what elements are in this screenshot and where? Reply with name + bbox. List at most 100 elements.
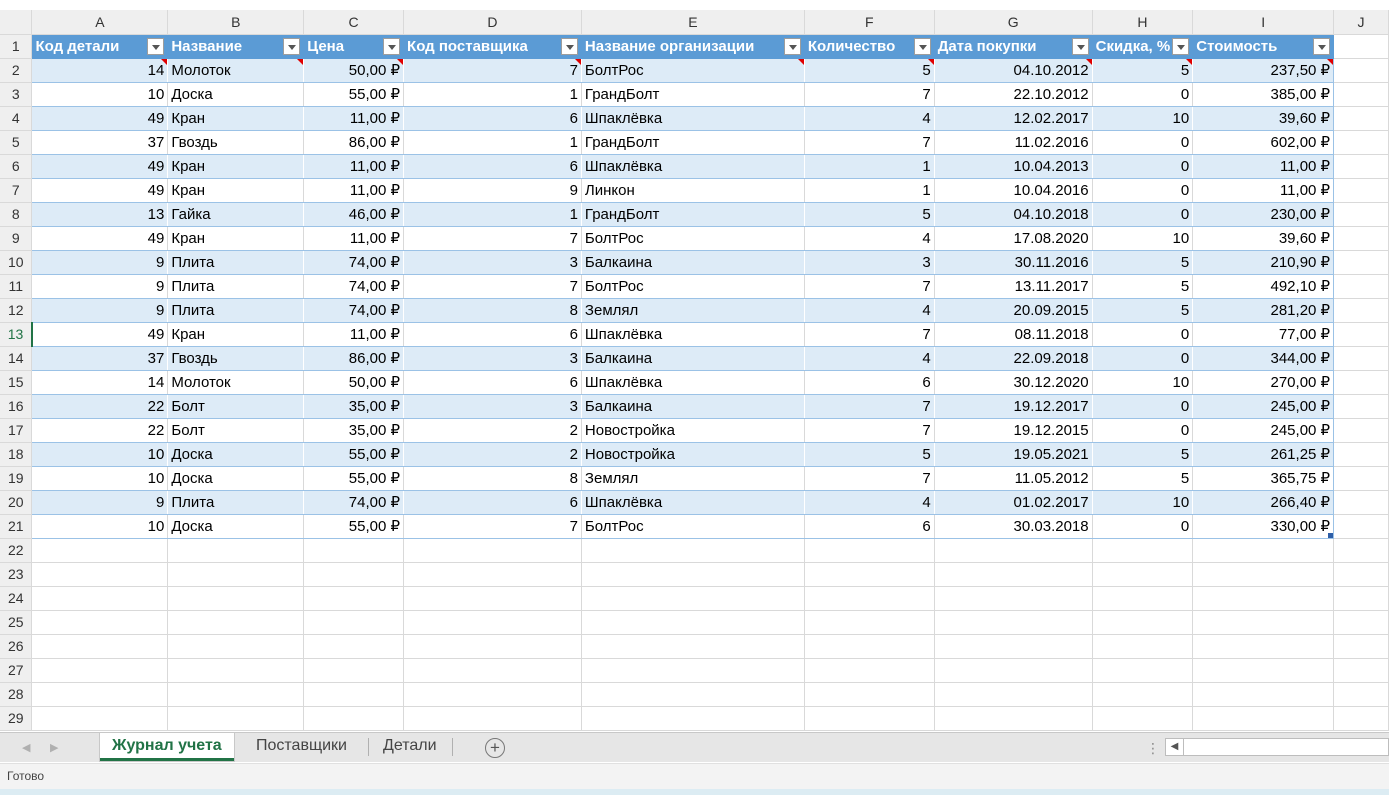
table-cell[interactable]: 6 — [804, 370, 935, 395]
worksheet-grid[interactable]: A B C D E F G H I J 1 Код детали Название Ц… — [0, 10, 1389, 732]
table-cell[interactable]: 11,00 ₽ — [303, 106, 405, 131]
cell[interactable] — [934, 634, 1093, 659]
table-cell[interactable]: 2 — [403, 442, 582, 467]
table-cell[interactable]: 1 — [403, 202, 582, 227]
table-cell[interactable]: 330,00 ₽ — [1192, 514, 1335, 539]
table-cell[interactable]: Новостройка — [581, 418, 805, 443]
table-cell[interactable]: Доска — [167, 466, 305, 491]
row-header[interactable]: 14 — [0, 346, 33, 371]
table-cell[interactable]: 2 — [403, 418, 582, 443]
table-cell[interactable]: 4 — [804, 298, 935, 323]
comment-indicator-icon[interactable] — [1085, 58, 1092, 65]
table-cell[interactable]: Шпаклёвка — [581, 322, 805, 347]
table-resize-handle[interactable] — [1328, 532, 1333, 537]
column-header[interactable]: J — [1333, 10, 1389, 35]
table-cell[interactable]: 30.03.2018 — [934, 514, 1093, 539]
cell[interactable] — [1333, 274, 1389, 299]
table-cell[interactable]: 19.12.2015 — [934, 418, 1093, 443]
cell[interactable] — [1192, 658, 1335, 683]
table-cell[interactable]: 86,00 ₽ — [303, 130, 405, 155]
cell[interactable] — [31, 562, 169, 587]
sheet-tab-parts[interactable]: Детали — [371, 733, 449, 761]
table-cell[interactable]: Линкон — [581, 178, 805, 203]
table-cell[interactable]: 11,00 ₽ — [303, 178, 405, 203]
table-cell[interactable]: 20.09.2015 — [934, 298, 1093, 323]
cell[interactable] — [934, 610, 1093, 635]
row-header[interactable]: 22 — [0, 538, 33, 563]
column-header[interactable]: C — [303, 10, 405, 35]
column-header[interactable]: E — [581, 10, 805, 35]
cell[interactable] — [1333, 490, 1389, 515]
cell[interactable] — [934, 538, 1093, 563]
comment-indicator-icon[interactable] — [397, 58, 403, 65]
cell[interactable] — [1333, 178, 1389, 203]
table-cell[interactable]: 55,00 ₽ — [303, 514, 405, 539]
table-cell[interactable]: 74,00 ₽ — [303, 250, 405, 275]
table-cell[interactable]: Доска — [167, 82, 305, 107]
table-cell[interactable]: 11,00 ₽ — [303, 154, 405, 179]
table-cell[interactable]: 4 — [804, 226, 935, 251]
cell[interactable] — [303, 610, 405, 635]
table-cell[interactable]: 365,75 ₽ — [1192, 466, 1335, 491]
table-cell[interactable]: 04.10.2012 — [934, 58, 1093, 83]
cell[interactable] — [1333, 346, 1389, 371]
cell[interactable] — [167, 562, 305, 587]
table-cell[interactable]: 9 — [31, 298, 169, 323]
cell[interactable] — [581, 634, 805, 659]
table-cell[interactable]: 35,00 ₽ — [303, 394, 405, 419]
cell[interactable] — [934, 658, 1093, 683]
cell[interactable] — [934, 682, 1093, 707]
table-cell[interactable]: 11.05.2012 — [934, 466, 1093, 491]
row-header[interactable]: 24 — [0, 586, 33, 611]
table-cell[interactable]: 9 — [403, 178, 582, 203]
table-cell[interactable]: 0 — [1092, 418, 1194, 443]
cell[interactable] — [167, 706, 305, 731]
table-cell[interactable]: 14 — [31, 58, 169, 83]
cell[interactable] — [581, 562, 805, 587]
cell[interactable] — [303, 634, 405, 659]
table-cell[interactable]: 5 — [1092, 274, 1194, 299]
table-cell[interactable]: 7 — [804, 130, 935, 155]
table-cell[interactable]: Новостройка — [581, 442, 805, 467]
cell[interactable] — [804, 682, 935, 707]
table-cell[interactable]: 37 — [31, 346, 169, 371]
table-cell[interactable]: 344,00 ₽ — [1192, 346, 1335, 371]
cell[interactable] — [1092, 586, 1194, 611]
table-cell[interactable]: 3 — [403, 250, 582, 275]
cell[interactable] — [1192, 610, 1335, 635]
cell[interactable] — [1333, 298, 1389, 323]
table-cell[interactable]: 1 — [403, 82, 582, 107]
table-cell[interactable]: 35,00 ₽ — [303, 418, 405, 443]
table-cell[interactable]: Шпаклёвка — [581, 106, 805, 131]
cell[interactable] — [31, 610, 169, 635]
table-cell[interactable]: 74,00 ₽ — [303, 298, 405, 323]
row-header[interactable]: 23 — [0, 562, 33, 587]
cell[interactable] — [403, 658, 582, 683]
cell[interactable] — [1333, 370, 1389, 395]
table-header-cell[interactable]: Название организации — [581, 34, 805, 59]
sheet-tab-journal[interactable]: Журнал учета — [100, 733, 234, 761]
table-cell[interactable]: 7 — [403, 226, 582, 251]
table-cell[interactable]: 6 — [403, 322, 582, 347]
cell[interactable] — [167, 610, 305, 635]
table-cell[interactable]: 49 — [31, 106, 169, 131]
table-cell[interactable]: 5 — [804, 58, 935, 83]
table-cell[interactable]: 10 — [1092, 370, 1194, 395]
table-cell[interactable]: 13 — [31, 202, 169, 227]
table-cell[interactable]: 266,40 ₽ — [1192, 490, 1335, 515]
cell[interactable] — [303, 706, 405, 731]
cell[interactable] — [1333, 586, 1389, 611]
table-cell[interactable]: 17.08.2020 — [934, 226, 1093, 251]
table-cell[interactable]: 11,00 ₽ — [1192, 178, 1335, 203]
row-header[interactable]: 11 — [0, 274, 33, 299]
table-cell[interactable]: БолтРос — [581, 274, 805, 299]
cell[interactable] — [1333, 514, 1389, 539]
cell[interactable] — [403, 538, 582, 563]
cell[interactable] — [1192, 538, 1335, 563]
table-cell[interactable]: 10.04.2016 — [934, 178, 1093, 203]
cell[interactable] — [167, 658, 305, 683]
table-cell[interactable]: 7 — [804, 274, 935, 299]
table-cell[interactable]: Доска — [167, 514, 305, 539]
row-header[interactable]: 20 — [0, 490, 33, 515]
table-cell[interactable]: 3 — [403, 394, 582, 419]
